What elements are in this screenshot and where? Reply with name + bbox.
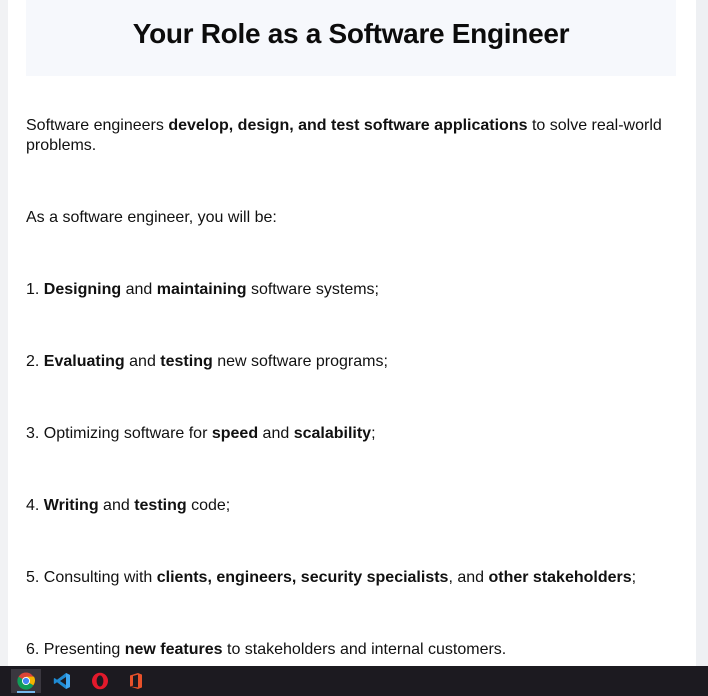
list-lead-in: As a software engineer, you will be: — [26, 209, 277, 226]
vscode-icon — [53, 673, 70, 689]
list-item: 4. Writing and testing code; — [26, 497, 231, 514]
taskbar-vscode-button[interactable] — [47, 669, 77, 693]
intro-paragraph: Software engineers develop, design, and … — [26, 117, 662, 154]
page-title: Your Role as a Software Engineer — [132, 17, 570, 49]
page-scroll-gutter — [696, 0, 708, 666]
list-item: 2. Evaluating and testing new software p… — [26, 353, 388, 370]
title-banner: Your Role as a Software Engineer — [26, 0, 676, 76]
list-item: 3. Optimizing software for speed and sca… — [26, 425, 376, 442]
list-item: 6. Presenting new features to stakeholde… — [26, 641, 507, 658]
taskbar-opera-button[interactable] — [85, 669, 115, 693]
web-page: Your Role as a Software Engineer Softwar… — [8, 0, 696, 666]
chrome-icon — [17, 672, 35, 690]
list-item: 1. Designing and maintaining software sy… — [26, 281, 379, 298]
list-item: 5. Consulting with clients, engineers, s… — [26, 569, 637, 586]
taskbar-chrome-button[interactable] — [11, 669, 41, 693]
article-body: Software engineers develop, design, and … — [26, 116, 666, 666]
windows-taskbar — [0, 666, 708, 696]
taskbar-office-button[interactable] — [121, 669, 151, 693]
opera-icon — [92, 672, 108, 690]
office-icon — [130, 673, 142, 689]
